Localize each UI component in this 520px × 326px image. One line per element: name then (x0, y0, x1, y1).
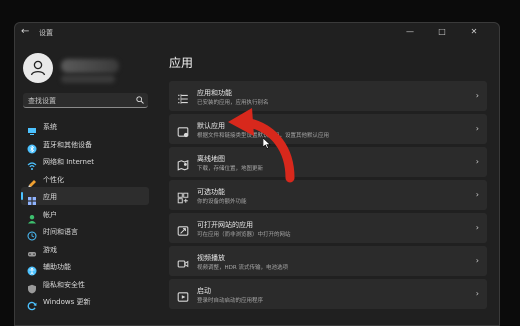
monitor-icon (27, 121, 37, 135)
sidebar-item-label: 游戏 (43, 245, 57, 254)
user-name-blurred (61, 59, 119, 73)
selection-indicator (21, 192, 23, 200)
chevron-right-icon: › (475, 157, 479, 166)
sidebar-item-label: 蓝牙和其他设备 (43, 140, 92, 149)
card-description: 你的设备的额外功能 (197, 199, 247, 205)
settings-card-0[interactable]: 应用和功能已安装的应用，应用执行别名 › (169, 81, 487, 111)
settings-card-3[interactable]: 可选功能你的设备的额外功能 › (169, 180, 487, 210)
sidebar-item-label: 辅助功能 (43, 263, 71, 271)
card-title: 可打开网站的应用 (197, 221, 253, 229)
accessibility-icon (27, 261, 37, 276)
sidebar-item-7[interactable]: 游戏 (21, 240, 149, 258)
sidebar-item-label: Windows 更新 (43, 298, 91, 306)
card-title: 离线地图 (197, 155, 225, 163)
settings-card-6[interactable]: 启动登录时自动启动的应用程序 › (169, 279, 487, 309)
sidebar-item-3[interactable]: 个性化 (21, 170, 149, 188)
chevron-right-icon: › (475, 223, 479, 232)
title-bar: ← 设置 — □ ✕ (15, 23, 499, 43)
bluetooth-icon (27, 139, 37, 153)
shield-icon (27, 279, 37, 293)
sidebar-item-10[interactable]: Windows 更新 (21, 292, 149, 311)
web-app-icon (177, 222, 189, 236)
sidebar-nav: 系统蓝牙和其他设备 网络和 Internet 个性化应用帐户时间和语言游戏辅助功能隐… (21, 117, 149, 311)
update-icon (27, 296, 37, 311)
sidebar-item-1[interactable]: 蓝牙和其他设备 (21, 135, 149, 153)
chevron-right-icon: › (475, 91, 479, 100)
sidebar-item-9[interactable]: 隐私和安全性 (21, 275, 149, 293)
brush-icon (27, 174, 37, 188)
settings-card-5[interactable]: 视频播放视频调整，HDR 流式传输，电池选项 › (169, 246, 487, 276)
minimize-button[interactable]: — (403, 27, 417, 36)
chevron-right-icon: › (475, 256, 479, 265)
card-title: 启动 (197, 287, 211, 295)
card-description: 登录时自动启动的应用程序 (197, 298, 264, 304)
back-button[interactable]: ← (21, 26, 29, 37)
person-icon (27, 209, 37, 223)
mouse-cursor-icon (263, 138, 271, 149)
sidebar-item-0[interactable]: 系统 (21, 117, 149, 135)
close-button[interactable]: ✕ (467, 27, 481, 36)
map-icon (177, 156, 189, 171)
sidebar-item-6[interactable]: 时间和语言 (21, 222, 149, 241)
sidebar-item-label: 系统 (43, 123, 57, 131)
search-icon[interactable] (136, 96, 144, 104)
search-input[interactable]: 查找设置 (28, 96, 56, 106)
settings-window: ← 设置 — □ ✕ 查找设置 系统蓝牙和其他设备 网络和 Internet 个性化… (14, 22, 500, 326)
card-title: 默认应用 (197, 122, 225, 130)
video-icon (177, 255, 189, 268)
sidebar-item-5[interactable]: 帐户 (21, 205, 149, 223)
card-description: 可在应用（而非浏览器）中打开的网站 (197, 232, 291, 238)
settings-card-2[interactable]: 离线地图下载，存储位置，地图更新 › (169, 147, 487, 177)
sidebar-item-8[interactable]: 辅助功能 (21, 257, 149, 276)
search-box[interactable]: 查找设置 (23, 93, 148, 108)
chevron-right-icon: › (475, 289, 479, 298)
sidebar-item-label: 帐户 (43, 210, 57, 219)
gamepad-icon (27, 244, 37, 256)
apps-icon (27, 191, 37, 205)
person-icon (30, 60, 46, 76)
card-description: 视频调整，HDR 流式传输，电池选项 (197, 265, 288, 271)
startup-icon (177, 288, 189, 302)
card-description: 已安装的应用，应用执行别名 (197, 100, 269, 106)
chevron-right-icon: › (475, 190, 479, 199)
settings-card-4[interactable]: 可打开网站的应用可在应用（而非浏览器）中打开的网站 › (169, 213, 487, 243)
sidebar-item-2[interactable]: 网络和 Internet (21, 152, 149, 170)
globe-clock-icon (27, 226, 37, 241)
list-icon (177, 90, 189, 104)
user-avatar[interactable] (23, 53, 53, 83)
sidebar-item-label: 个性化 (43, 175, 64, 184)
maximize-button[interactable]: □ (435, 27, 449, 36)
chevron-right-icon: › (475, 124, 479, 133)
sidebar-item-label: 网络和 Internet (43, 158, 95, 166)
page-title: 应用 (169, 56, 194, 70)
sidebar-item-4[interactable]: 应用 (21, 187, 149, 205)
wifi-icon (27, 156, 37, 170)
sidebar-item-label: 应用 (43, 193, 57, 201)
card-title: 可选功能 (197, 188, 225, 196)
settings-card-1[interactable]: 默认应用 根据文件和链接类型设置默认应用，设置其他默认应用 › (169, 114, 487, 144)
card-title: 视频播放 (197, 254, 225, 262)
window-title: 设置 (39, 29, 53, 37)
sidebar-item-label: 隐私和安全性 (43, 280, 85, 289)
user-email-blurred (61, 75, 115, 83)
default-apps-icon (177, 123, 189, 138)
card-title: 应用和功能 (197, 89, 232, 97)
sidebar-item-label: 时间和语言 (43, 228, 78, 236)
card-description: 下载，存储位置，地图更新 (197, 166, 264, 172)
optional-features-icon (177, 189, 189, 204)
